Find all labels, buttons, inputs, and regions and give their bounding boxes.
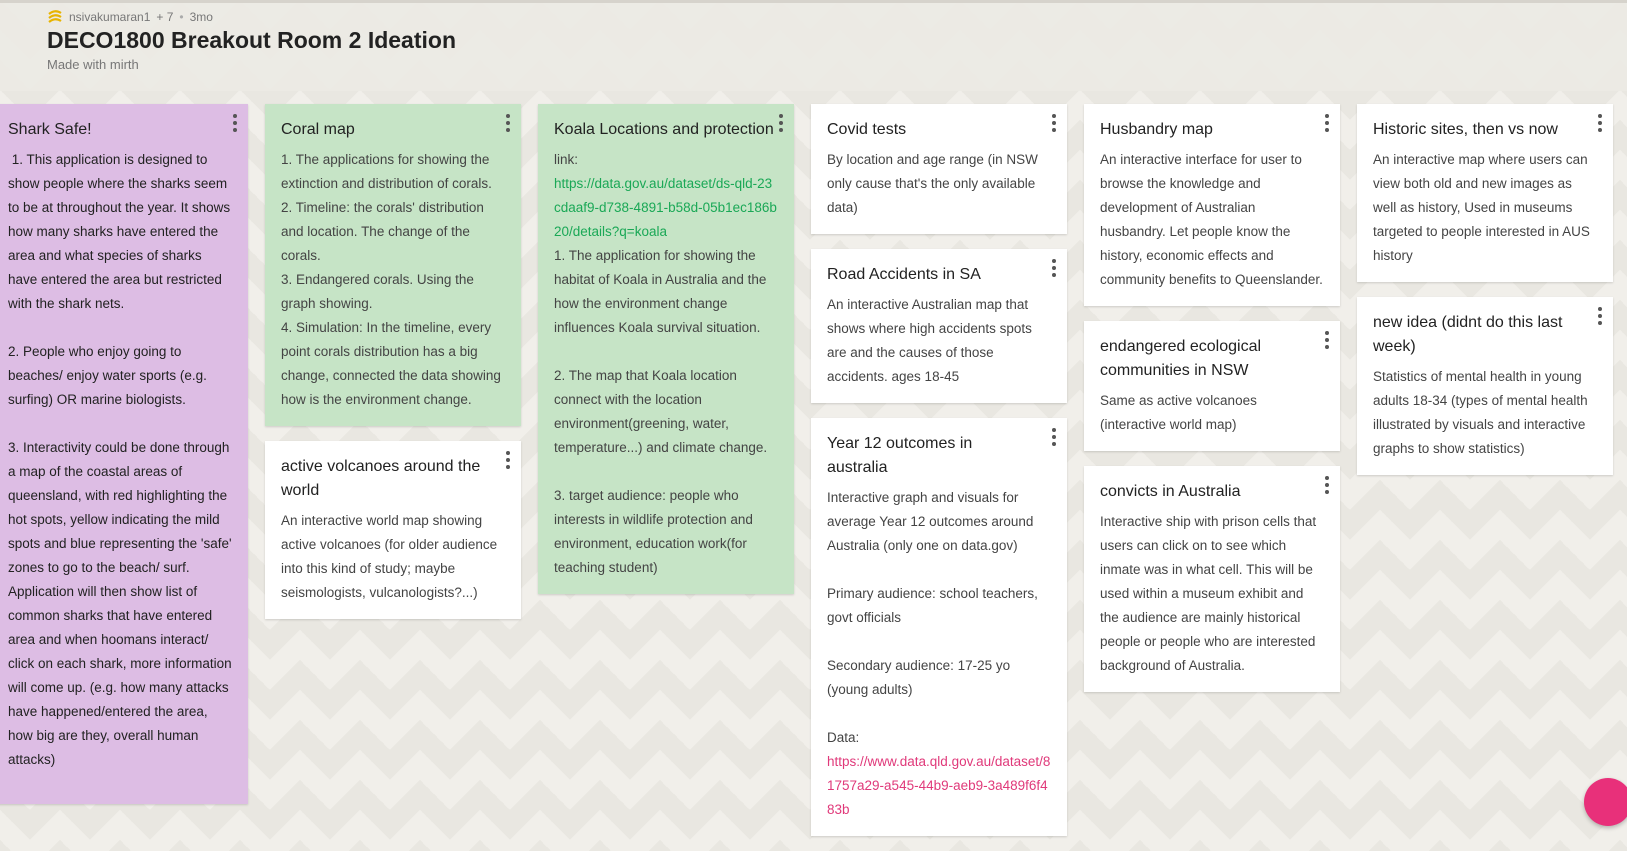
post-menu-button[interactable] xyxy=(505,451,511,469)
board-subtitle: Made with mirth xyxy=(47,57,139,72)
more-vert-icon xyxy=(1325,476,1329,480)
board-header: nsivakumaran1 + 7 • 3mo DECO1800 Breakou… xyxy=(0,0,1627,91)
post-title: endangered ecological communities in NSW xyxy=(1100,338,1262,379)
post-menu-button[interactable] xyxy=(505,114,511,132)
post-body: Same as active volcanoes (interactive wo… xyxy=(1100,393,1261,432)
more-vert-icon xyxy=(1598,307,1602,311)
post-card-historic-sites[interactable]: Historic sites, then vs now An interacti… xyxy=(1357,104,1613,282)
post-title: Koala Locations and protection xyxy=(554,121,774,138)
post-card-road-accidents[interactable]: Road Accidents in SA An interactive Aust… xyxy=(811,249,1067,403)
more-vert-icon xyxy=(1325,114,1329,118)
more-vert-icon xyxy=(1325,331,1329,335)
post-card-convicts[interactable]: convicts in Australia Interactive ship w… xyxy=(1084,466,1340,692)
post-card-koala[interactable]: Koala Locations and protection link: htt… xyxy=(538,104,794,594)
more-vert-icon xyxy=(506,114,510,118)
post-title: Husbandry map xyxy=(1100,121,1213,138)
board-title: DECO1800 Breakout Room 2 Ideation xyxy=(47,27,456,53)
post-menu-button[interactable] xyxy=(1051,114,1057,132)
post-menu-button[interactable] xyxy=(1051,259,1057,277)
column-5: Husbandry map An interactive interface f… xyxy=(1084,104,1340,707)
separator-dot: • xyxy=(179,10,184,24)
board-age: 3mo xyxy=(189,10,213,24)
post-title: Historic sites, then vs now xyxy=(1373,121,1558,138)
post-card-new-idea[interactable]: new idea (didnt do this last week) Stati… xyxy=(1357,297,1613,475)
post-body: Statistics of mental health in young adu… xyxy=(1373,369,1592,456)
more-vert-icon xyxy=(1052,259,1056,263)
author-name[interactable]: nsivakumaran1 xyxy=(69,10,150,24)
post-card-active-volcanoes[interactable]: active volcanoes around the world An int… xyxy=(265,441,521,619)
post-body: Interactive graph and visuals for averag… xyxy=(827,490,1038,745)
post-title: convicts in Australia xyxy=(1100,483,1241,500)
board-meta: nsivakumaran1 + 7 • 3mo xyxy=(47,9,213,25)
post-card-husbandry-map[interactable]: Husbandry map An interactive interface f… xyxy=(1084,104,1340,306)
post-card-shark-safe[interactable]: Shark Safe! 1. This application is desig… xyxy=(0,104,248,804)
post-menu-button[interactable] xyxy=(778,114,784,132)
more-vert-icon xyxy=(1052,114,1056,118)
post-title: Year 12 outcomes in australia xyxy=(827,435,973,476)
post-link[interactable]: https://data.gov.au/dataset/ds-qld-23cda… xyxy=(554,176,777,239)
more-vert-icon xyxy=(1598,114,1602,118)
padlet-logo-icon xyxy=(48,10,62,23)
post-card-year12-outcomes[interactable]: Year 12 outcomes in australia Interactiv… xyxy=(811,418,1067,836)
more-vert-icon xyxy=(1052,428,1056,432)
post-title: new idea (didnt do this last week) xyxy=(1373,314,1563,355)
post-title: Road Accidents in SA xyxy=(827,266,981,283)
post-title: Covid tests xyxy=(827,121,907,138)
post-body: Interactive ship with prison cells that … xyxy=(1100,514,1320,673)
post-body: An interactive interface for user to bro… xyxy=(1100,152,1323,287)
post-menu-button[interactable] xyxy=(1324,114,1330,132)
post-body: An interactive Australian map that shows… xyxy=(827,297,1036,384)
post-body: 1. The applications for showing the exti… xyxy=(281,152,501,407)
column-1: Shark Safe! 1. This application is desig… xyxy=(0,104,248,819)
post-menu-button[interactable] xyxy=(1051,428,1057,446)
post-title: active volcanoes around the world xyxy=(281,458,481,499)
post-menu-button[interactable] xyxy=(232,114,238,132)
post-link[interactable]: https://www.data.qld.gov.au/dataset/8175… xyxy=(827,754,1050,817)
post-title: Shark Safe! xyxy=(8,121,92,138)
post-menu-button[interactable] xyxy=(1597,114,1603,132)
more-vert-icon xyxy=(779,114,783,118)
add-post-button[interactable] xyxy=(1584,778,1627,826)
column-6: Historic sites, then vs now An interacti… xyxy=(1357,104,1613,490)
post-body: 1. This application is designed to show … xyxy=(8,152,232,767)
post-menu-button[interactable] xyxy=(1597,307,1603,325)
post-card-covid-tests[interactable]: Covid tests By location and age range (i… xyxy=(811,104,1067,234)
column-3: Koala Locations and protection link: htt… xyxy=(538,104,794,609)
more-vert-icon xyxy=(233,114,237,118)
post-card-coral-map[interactable]: Coral map 1. The applications for showin… xyxy=(265,104,521,426)
post-body: 1. The application for showing the habit… xyxy=(554,248,768,575)
post-link-label: link: xyxy=(554,152,579,167)
column-2: Coral map 1. The applications for showin… xyxy=(265,104,521,634)
post-body: An interactive map where users can view … xyxy=(1373,152,1594,263)
contributors-count[interactable]: + 7 xyxy=(156,10,173,24)
post-menu-button[interactable] xyxy=(1324,476,1330,494)
post-title: Coral map xyxy=(281,121,355,138)
more-vert-icon xyxy=(506,451,510,455)
column-4: Covid tests By location and age range (i… xyxy=(811,104,1067,851)
post-card-endangered-communities[interactable]: endangered ecological communities in NSW… xyxy=(1084,321,1340,451)
post-body: An interactive world map showing active … xyxy=(281,513,501,600)
post-body: By location and age range (in NSW only c… xyxy=(827,152,1042,215)
post-menu-button[interactable] xyxy=(1324,331,1330,349)
